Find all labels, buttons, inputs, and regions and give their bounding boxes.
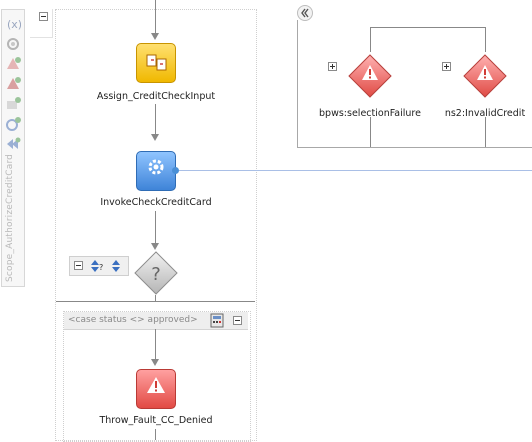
scope-toolbar: (x) Scope_AuthorizeCreditCard: [1, 9, 25, 287]
terminate-icon[interactable]: [5, 136, 21, 152]
add-case-icon[interactable]: ?: [90, 258, 106, 274]
invoke-label: InvokeCheckCreditCard: [100, 197, 212, 208]
catch-icon[interactable]: [5, 56, 21, 72]
question-icon: ?: [151, 264, 161, 285]
fault-1-label: bpws:selectionFailure: [319, 108, 421, 119]
partner-link-port[interactable]: [172, 167, 179, 174]
svg-text:(x): (x): [7, 18, 21, 31]
expression-builder-icon[interactable]: [210, 313, 225, 328]
case-condition[interactable]: <case status <> approved>: [68, 315, 198, 325]
throw-label: Throw_Fault_CC_Denied: [99, 415, 213, 426]
variables-icon[interactable]: (x): [5, 16, 21, 32]
switch-activity[interactable]: ?: [133, 250, 179, 296]
correlation-icon[interactable]: [5, 36, 21, 52]
add-otherwise-icon[interactable]: [109, 258, 123, 274]
collapse-case-button[interactable]: [233, 316, 242, 325]
catch-invalid-credit[interactable]: [462, 53, 508, 99]
switch-toolbar: ?: [69, 256, 129, 276]
partner-link-line: [179, 170, 532, 171]
warning-icon: [147, 377, 165, 393]
assign-activity[interactable]: [136, 43, 176, 83]
assign-label: Assign_CreditCheckInput: [96, 91, 216, 102]
scope-name-label: Scope_AuthorizeCreditCard: [5, 153, 15, 282]
scope-header-frame: [30, 9, 53, 38]
gear-icon: [148, 159, 164, 175]
fault-2-label: ns2:InvalidCredit: [444, 108, 526, 119]
event-icon[interactable]: [5, 116, 21, 132]
assign-icon: [146, 54, 167, 71]
catch-all-icon[interactable]: [5, 76, 21, 92]
expand-fault-2-button[interactable]: [442, 62, 451, 71]
collapse-fault-handlers-button[interactable]: [297, 5, 313, 21]
case-header: <case status <> approved>: [64, 312, 248, 330]
compensation-icon[interactable]: [5, 96, 21, 112]
expand-fault-1-button[interactable]: [328, 62, 337, 71]
double-chevron-left-icon: [301, 8, 309, 18]
svg-text:?: ?: [99, 263, 103, 272]
collapse-switch-button[interactable]: [74, 261, 83, 270]
throw-activity[interactable]: [136, 369, 176, 409]
catch-selection-failure[interactable]: [347, 53, 393, 99]
invoke-activity[interactable]: [136, 151, 176, 191]
